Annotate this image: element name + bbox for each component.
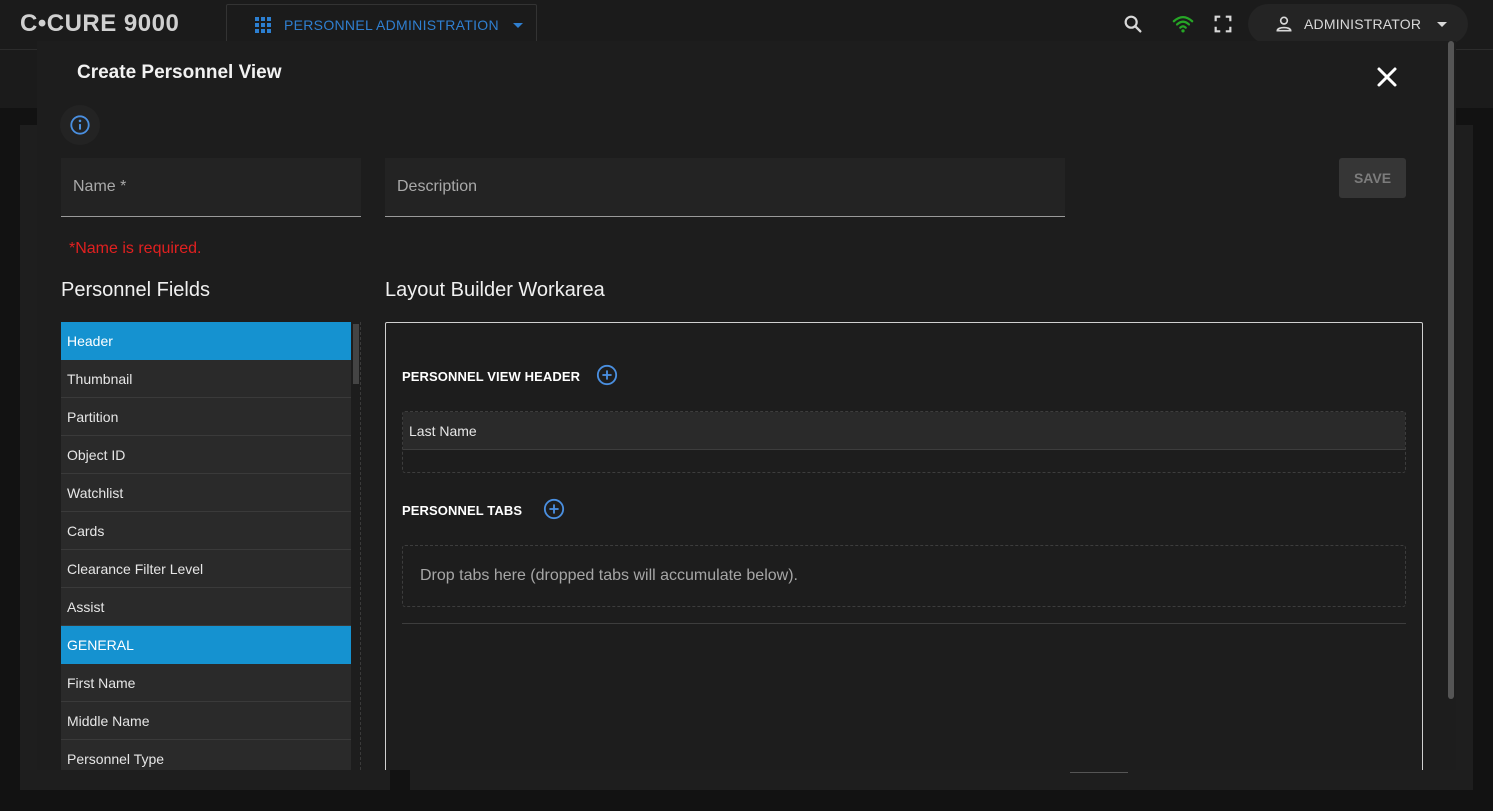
personnel-fields-heading: Personnel Fields bbox=[61, 279, 210, 301]
field-item-first-name[interactable]: First Name bbox=[61, 664, 351, 702]
personnel-fields-list[interactable]: Header Thumbnail Partition Object ID Wat… bbox=[61, 322, 361, 770]
tabs-drop-zone[interactable]: Drop tabs here (dropped tabs will accumu… bbox=[402, 545, 1406, 607]
header-drop-zone[interactable]: Last Name bbox=[402, 411, 1406, 473]
chevron-down-icon bbox=[1437, 21, 1448, 27]
add-header-field-icon[interactable] bbox=[596, 364, 618, 386]
header-item-last-name[interactable]: Last Name bbox=[403, 412, 1405, 450]
dialog-scrollbar[interactable] bbox=[1446, 41, 1456, 770]
field-item-clearance-filter-level[interactable]: Clearance Filter Level bbox=[61, 550, 351, 588]
wifi-icon[interactable] bbox=[1172, 13, 1194, 35]
person-icon bbox=[1276, 16, 1292, 32]
save-button[interactable]: SAVE bbox=[1339, 158, 1406, 198]
field-item-middle-name[interactable]: Middle Name bbox=[61, 702, 351, 740]
personnel-tabs-label: PERSONNEL TABS bbox=[402, 503, 523, 518]
name-input[interactable] bbox=[61, 158, 361, 216]
background-divider bbox=[1070, 772, 1128, 773]
tabs-divider bbox=[402, 623, 1406, 624]
field-item-thumbnail[interactable]: Thumbnail bbox=[61, 360, 351, 398]
field-item-personnel-type[interactable]: Personnel Type bbox=[61, 740, 351, 770]
chevron-down-icon bbox=[512, 22, 523, 28]
description-field[interactable] bbox=[385, 158, 1065, 217]
info-icon bbox=[70, 115, 90, 135]
module-label: PERSONNEL ADMINISTRATION bbox=[284, 17, 499, 33]
fields-list-scrollbar[interactable] bbox=[351, 322, 360, 770]
user-menu[interactable]: ADMINISTRATOR bbox=[1248, 4, 1468, 44]
description-input[interactable] bbox=[385, 158, 1065, 216]
field-item-assist[interactable]: Assist bbox=[61, 588, 351, 626]
name-field[interactable] bbox=[61, 158, 361, 217]
dialog-title: Create Personnel View bbox=[77, 62, 282, 83]
field-item-partition[interactable]: Partition bbox=[61, 398, 351, 436]
field-item-header[interactable]: Header bbox=[61, 322, 351, 360]
name-required-error: *Name is required. bbox=[69, 240, 202, 257]
fullscreen-icon[interactable] bbox=[1212, 13, 1234, 35]
field-item-general[interactable]: GENERAL bbox=[61, 626, 351, 664]
user-name: ADMINISTRATOR bbox=[1304, 16, 1422, 32]
info-button[interactable] bbox=[60, 105, 100, 145]
layout-builder-workarea: PERSONNEL VIEW HEADER Last Name PERSONNE… bbox=[385, 322, 1423, 770]
field-item-object-id[interactable]: Object ID bbox=[61, 436, 351, 474]
create-personnel-view-dialog: Create Personnel View SAVE *Name is requ… bbox=[37, 41, 1456, 770]
add-tab-icon[interactable] bbox=[543, 498, 565, 520]
field-item-watchlist[interactable]: Watchlist bbox=[61, 474, 351, 512]
apps-grid-icon bbox=[255, 17, 271, 33]
module-selector[interactable]: PERSONNEL ADMINISTRATION bbox=[226, 4, 537, 46]
field-item-cards[interactable]: Cards bbox=[61, 512, 351, 550]
close-icon[interactable] bbox=[1373, 63, 1401, 91]
workarea-heading: Layout Builder Workarea bbox=[385, 279, 605, 301]
search-icon[interactable] bbox=[1122, 13, 1144, 35]
personnel-view-header-label: PERSONNEL VIEW HEADER bbox=[402, 369, 581, 384]
app-logo[interactable]: C•CURE 9000 bbox=[20, 10, 179, 38]
